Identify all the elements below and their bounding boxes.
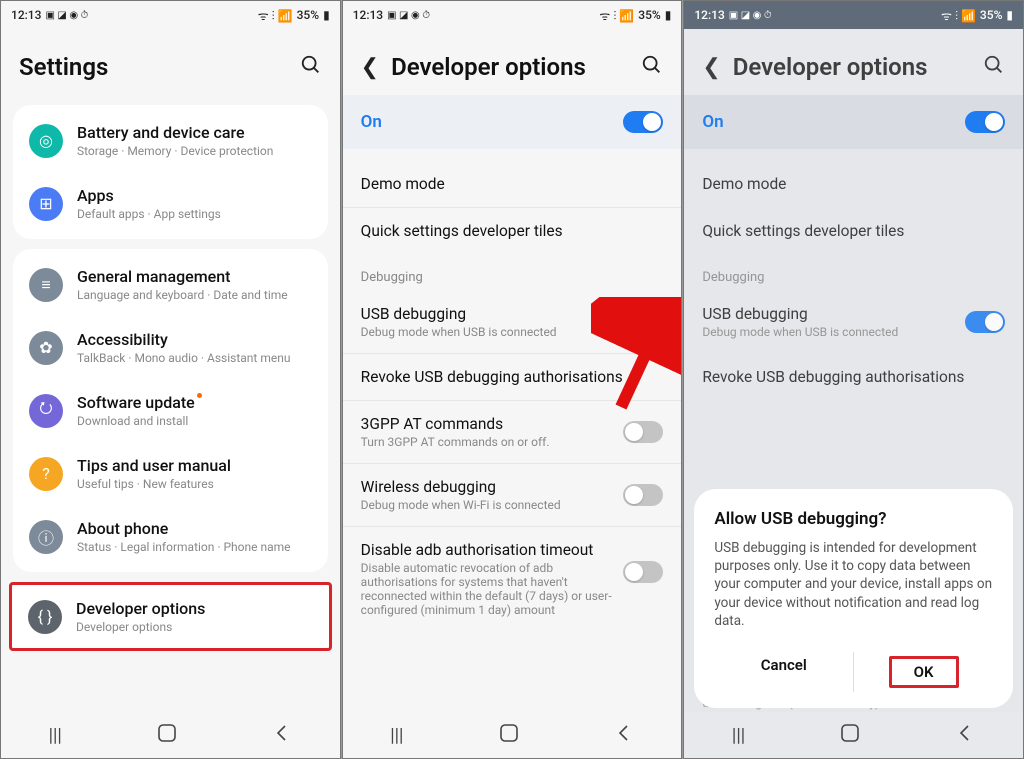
status-notification-icons: ▣ ◪ ◉ ⏱: [45, 10, 88, 21]
dialog-title: Allow USB debugging?: [714, 509, 993, 529]
usb-debugging-toggle: [965, 311, 1005, 333]
row-quick-settings-tiles[interactable]: Quick settings developer tiles: [343, 208, 682, 254]
header: Settings: [1, 29, 340, 95]
about-phone-icon: ⓘ: [29, 520, 63, 554]
battery-icon: ▮: [1006, 8, 1013, 22]
battery-icon: ▮: [323, 8, 330, 22]
settings-item-accessibility[interactable]: ✿ Accessibility TalkBack · Mono audio · …: [13, 316, 328, 379]
status-notification-icons: ▣ ◪ ◉ ⏱: [387, 10, 430, 21]
row-demo-mode: Demo mode: [684, 161, 1023, 207]
screen-settings: 12:13 ▣ ◪ ◉ ⏱ ᯤ ⫶ 📶 35% ▮ Settings ◎ Bat…: [0, 0, 341, 759]
usb-debugging-toggle[interactable]: [623, 311, 663, 333]
page-title: Settings: [19, 53, 108, 81]
search-icon[interactable]: [983, 54, 1005, 80]
developer-master-toggle-row[interactable]: On: [343, 95, 682, 149]
nav-back[interactable]: [272, 723, 292, 748]
row-revoke-auth[interactable]: Revoke USB debugging authorisations: [343, 354, 682, 400]
nav-recents[interactable]: |||: [732, 725, 745, 746]
developer-master-toggle[interactable]: [965, 111, 1005, 133]
ok-button[interactable]: OK: [854, 644, 993, 700]
status-notification-icons: ▣ ◪ ◉ ⏱: [729, 10, 772, 21]
signal-icons: ᯤ ⫶ 📶: [258, 7, 293, 24]
status-bar: 12:13 ▣ ◪ ◉ ⏱ ᯤ ⫶ 📶 35% ▮: [684, 1, 1023, 29]
software-update-icon: ⭮: [29, 394, 63, 428]
status-bar: 12:13 ▣ ◪ ◉ ⏱ ᯤ ⫶ 📶 35% ▮: [1, 1, 340, 29]
nav-home[interactable]: [840, 723, 860, 748]
status-bar: 12:13 ▣ ◪ ◉ ⏱ ᯤ ⫶ 📶 35% ▮: [343, 1, 682, 29]
settings-item-apps[interactable]: ⊞ Apps Default apps · App settings: [13, 172, 328, 235]
page-title: Developer options: [733, 53, 928, 81]
adb-timeout-toggle[interactable]: [623, 561, 663, 583]
apps-icon: ⊞: [29, 187, 63, 221]
settings-item-developer-options[interactable]: { } Developer options Developer options: [12, 585, 329, 648]
settings-item-about[interactable]: ⓘ About phone Status · Legal information…: [13, 505, 328, 568]
nav-home[interactable]: [157, 723, 177, 748]
update-badge-icon: [197, 393, 202, 398]
nav-back[interactable]: [955, 723, 975, 748]
ok-button-highlight: OK: [889, 656, 959, 688]
nav-bar: |||: [1, 712, 340, 758]
3gpp-toggle[interactable]: [623, 421, 663, 443]
settings-card-1: ◎ Battery and device care Storage · Memo…: [13, 105, 328, 239]
section-debugging: Debugging: [684, 254, 1023, 291]
signal-icons: ᯤ ⫶ 📶: [941, 7, 976, 24]
status-time: 12:13: [694, 8, 724, 22]
row-quick-settings-tiles: Quick settings developer tiles: [684, 208, 1023, 254]
row-3gpp-at[interactable]: 3GPP AT commands Turn 3GPP AT commands o…: [343, 401, 682, 463]
back-icon[interactable]: ❮: [702, 55, 720, 80]
nav-back[interactable]: [614, 723, 634, 748]
battery-icon: ▮: [665, 8, 672, 22]
status-battery: 35%: [297, 8, 319, 22]
settings-item-general[interactable]: ≡ General management Language and keyboa…: [13, 253, 328, 316]
search-icon[interactable]: [300, 54, 322, 80]
nav-recents[interactable]: |||: [390, 725, 403, 746]
general-management-icon: ≡: [29, 268, 63, 302]
header: ❮ Developer options: [343, 29, 682, 95]
status-time: 12:13: [353, 8, 383, 22]
page-title: Developer options: [391, 53, 586, 81]
screen-developer-options: 12:13 ▣ ◪ ◉ ⏱ ᯤ ⫶ 📶 35% ▮ ❮ Developer op…: [342, 0, 683, 759]
usb-debugging-dialog: Allow USB debugging? USB debugging is in…: [694, 489, 1013, 708]
row-revoke-auth: Revoke USB debugging authorisations: [684, 354, 1023, 400]
nav-home[interactable]: [499, 723, 519, 748]
nav-recents[interactable]: |||: [49, 725, 62, 746]
developer-master-toggle-row[interactable]: On: [684, 95, 1023, 149]
status-time: 12:13: [11, 8, 41, 22]
header: ❮ Developer options: [684, 29, 1023, 95]
row-usb-debugging: USB debugging Debug mode when USB is con…: [684, 291, 1023, 353]
search-icon[interactable]: [641, 54, 663, 80]
battery-care-icon: ◎: [29, 124, 63, 158]
status-battery: 35%: [638, 8, 660, 22]
signal-icons: ᯤ ⫶ 📶: [599, 7, 634, 24]
status-battery: 35%: [980, 8, 1002, 22]
nav-bar: |||: [343, 712, 682, 758]
settings-card-2: ≡ General management Language and keyboa…: [13, 249, 328, 572]
developer-master-toggle[interactable]: [623, 111, 663, 133]
wireless-debugging-toggle[interactable]: [623, 484, 663, 506]
cancel-button[interactable]: Cancel: [714, 644, 853, 700]
screen-developer-options-dialog: 12:13 ▣ ◪ ◉ ⏱ ᯤ ⫶ 📶 35% ▮ ❮ Developer op…: [683, 0, 1024, 759]
back-icon[interactable]: ❮: [361, 55, 379, 80]
row-wireless-debugging[interactable]: Wireless debugging Debug mode when Wi-Fi…: [343, 464, 682, 526]
row-disable-adb-timeout[interactable]: Disable adb authorisation timeout Disabl…: [343, 527, 682, 631]
settings-item-software-update[interactable]: ⭮ Software update Download and install: [13, 379, 328, 442]
nav-bar: |||: [684, 712, 1023, 758]
settings-item-developer-options-highlighted: { } Developer options Developer options: [9, 582, 332, 651]
dialog-body: USB debugging is intended for developmen…: [714, 539, 993, 630]
tips-icon: ?: [29, 457, 63, 491]
developer-options-icon: { }: [28, 600, 62, 634]
settings-item-tips[interactable]: ? Tips and user manual Useful tips · New…: [13, 442, 328, 505]
row-demo-mode[interactable]: Demo mode: [343, 161, 682, 207]
section-debugging: Debugging: [343, 254, 682, 291]
accessibility-icon: ✿: [29, 331, 63, 365]
settings-item-battery[interactable]: ◎ Battery and device care Storage · Memo…: [13, 109, 328, 172]
row-usb-debugging[interactable]: USB debugging Debug mode when USB is con…: [343, 291, 682, 353]
